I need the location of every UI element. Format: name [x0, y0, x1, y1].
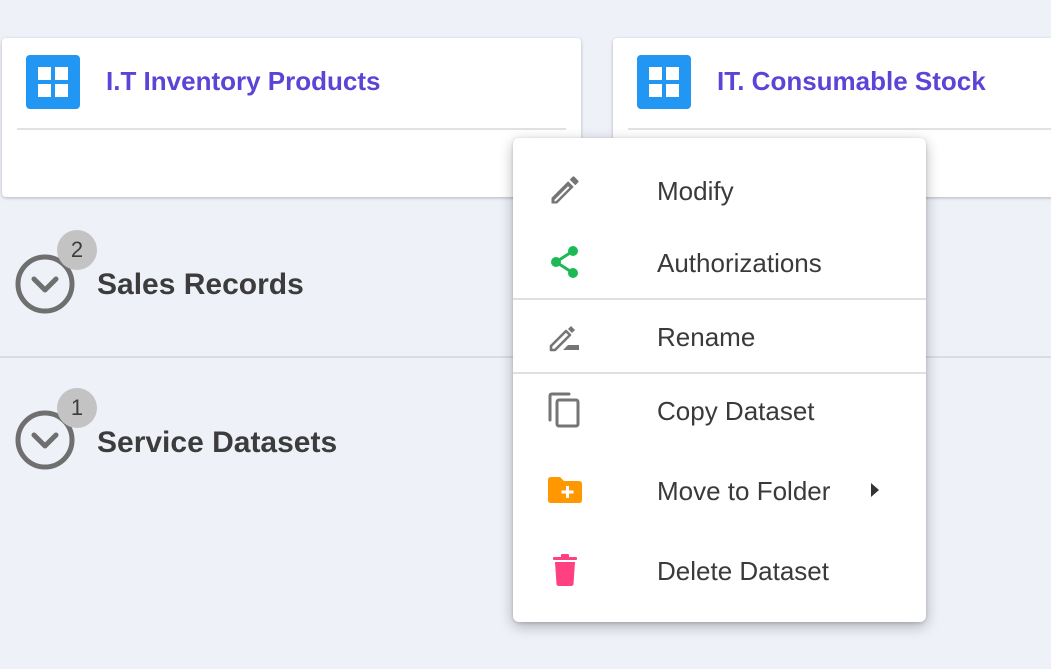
- dataset-card-title[interactable]: I.T Inventory Products: [106, 66, 381, 97]
- menu-item-label: Modify: [657, 176, 734, 206]
- dataset-card-header[interactable]: IT. Consumable Stock: [628, 38, 1051, 130]
- menu-divider: [513, 372, 926, 374]
- folder-title[interactable]: Sales Records: [97, 268, 304, 302]
- pencil-icon: [547, 172, 583, 208]
- grid-icon: [637, 55, 691, 109]
- menu-item-modify[interactable]: Modify: [513, 156, 926, 224]
- menu-item-label: Move to Folder: [657, 476, 831, 506]
- menu-item-delete-dataset[interactable]: Delete Dataset: [513, 536, 926, 606]
- folder-plus-icon: [547, 472, 583, 508]
- menu-item-authorizations[interactable]: Authorizations: [513, 228, 926, 296]
- folder-title[interactable]: Service Datasets: [97, 426, 337, 460]
- share-icon: [547, 244, 583, 280]
- menu-item-rename[interactable]: Rename: [513, 302, 926, 370]
- menu-item-label: Rename: [657, 322, 756, 352]
- rename-icon: [547, 318, 583, 354]
- trash-icon: [547, 552, 583, 588]
- menu-item-move-to-folder[interactable]: Move to Folder: [513, 456, 926, 526]
- grid-icon: [26, 55, 80, 109]
- folder-count-badge: 1: [57, 388, 97, 428]
- menu-item-label: Delete Dataset: [657, 556, 829, 586]
- menu-item-copy-dataset[interactable]: Copy Dataset: [513, 376, 926, 446]
- dataset-card-header[interactable]: I.T Inventory Products: [17, 38, 566, 130]
- copy-icon: [547, 392, 583, 428]
- menu-item-label: Authorizations: [657, 248, 822, 278]
- dataset-context-menu: Modify Authorizations Rename Copy Datase…: [513, 138, 926, 622]
- folder-count-badge: 2: [57, 230, 97, 270]
- menu-item-label: Copy Dataset: [657, 396, 815, 426]
- menu-divider: [513, 298, 926, 300]
- dataset-card: I.T Inventory Products: [2, 38, 581, 197]
- caret-right-icon: [869, 482, 881, 498]
- dataset-card-title[interactable]: IT. Consumable Stock: [717, 66, 986, 97]
